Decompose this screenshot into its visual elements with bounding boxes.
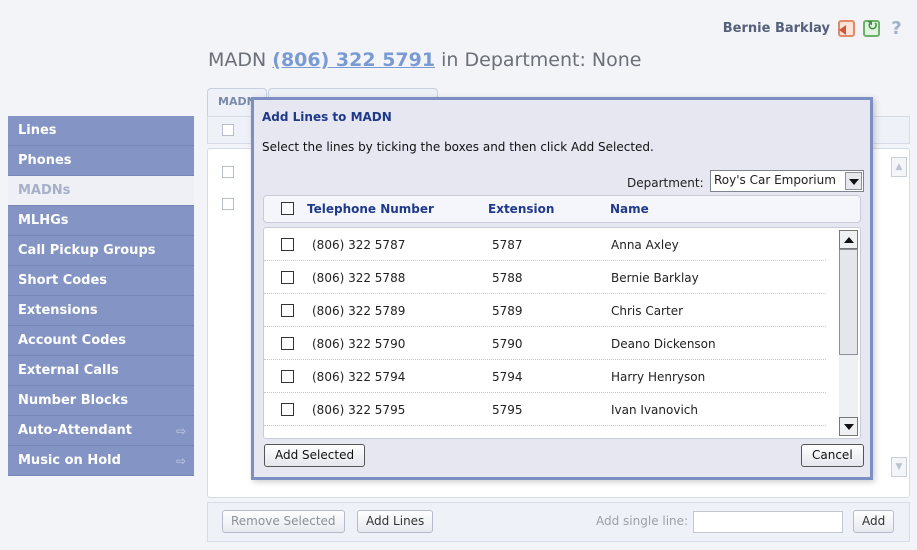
- user-name: Bernie Barklay: [722, 21, 830, 36]
- name-cell: Anna Axley: [611, 238, 679, 252]
- add-single-line-input[interactable]: [693, 511, 843, 533]
- background-row-checkbox[interactable]: [222, 166, 234, 178]
- row-checkbox[interactable]: [281, 304, 294, 317]
- row-checkbox[interactable]: [281, 238, 294, 251]
- add-single-line-label: Add single line:: [596, 514, 689, 528]
- extension-cell: 5790: [492, 337, 523, 351]
- scrollbar-thumb[interactable]: [839, 249, 858, 355]
- dialog-instructions: Select the lines by ticking the boxes an…: [262, 140, 654, 154]
- background-select-all-checkbox[interactable]: [222, 124, 234, 136]
- sidebar-item-short-codes[interactable]: Short Codes: [8, 266, 194, 296]
- add-lines-dialog: Add Lines to MADN Select the lines by ti…: [251, 97, 873, 480]
- sidebar-item-label: External Calls: [18, 363, 119, 378]
- dialog-title: Add Lines to MADN: [262, 110, 392, 124]
- chevron-down-icon[interactable]: [845, 172, 862, 190]
- sidebar-item-label: Extensions: [18, 303, 98, 318]
- sidebar-item-label: Call Pickup Groups: [18, 243, 156, 258]
- lines-table-header: Telephone Number Extension Name: [263, 195, 861, 223]
- sidebar-item-call-pickup-groups[interactable]: Call Pickup Groups: [8, 236, 194, 266]
- add-selected-button[interactable]: Add Selected: [264, 444, 366, 467]
- scroll-up-icon[interactable]: [839, 230, 858, 249]
- name-cell: Deano Dickenson: [611, 337, 716, 351]
- telephone-cell: (806) 322 5795: [312, 403, 406, 417]
- table-row[interactable]: (806) 322 5790 5790 Deano Dickenson: [264, 327, 826, 360]
- telephone-cell: (806) 322 5789: [312, 304, 406, 318]
- extension-cell: 5787: [492, 238, 523, 252]
- row-checkbox[interactable]: [281, 337, 294, 350]
- name-cell: Chris Carter: [611, 304, 684, 318]
- telephone-cell: (806) 322 5787: [312, 238, 406, 252]
- refresh-icon[interactable]: [863, 19, 880, 37]
- sidebar-item-madns[interactable]: MADNs: [8, 176, 194, 206]
- title-suffix: in Department: None: [435, 49, 642, 71]
- extension-cell: 5789: [492, 304, 523, 318]
- table-scrollbar[interactable]: [839, 230, 858, 436]
- table-row[interactable]: (806) 322 5789 5789 Chris Carter: [264, 294, 826, 327]
- scroll-down-icon[interactable]: ▼: [891, 457, 907, 477]
- sidebar-item-label: Lines: [18, 123, 57, 138]
- sidebar-item-music-on-hold[interactable]: Music on Hold ⇨: [8, 446, 194, 476]
- department-label: Department:: [627, 176, 704, 190]
- add-button[interactable]: Add: [853, 510, 895, 533]
- background-row-checkbox[interactable]: [222, 198, 234, 210]
- name-cell: Ivan Ivanovich: [611, 403, 698, 417]
- external-link-icon: ⇨: [175, 454, 186, 468]
- row-checkbox[interactable]: [281, 403, 294, 416]
- department-select[interactable]: Roy's Car Emporium: [710, 170, 864, 192]
- extension-cell: 5795: [492, 403, 523, 417]
- sidebar-item-label: Auto-Attendant: [18, 423, 132, 438]
- sidebar-item-number-blocks[interactable]: Number Blocks: [8, 386, 194, 416]
- sidebar-item-label: Phones: [18, 153, 72, 168]
- sidebar-item-label: Music on Hold: [18, 453, 121, 468]
- scroll-up-icon[interactable]: ▲: [891, 157, 907, 177]
- sidebar-item-mlhgs[interactable]: MLHGs: [8, 206, 194, 236]
- sidebar-item-account-codes[interactable]: Account Codes: [8, 326, 194, 356]
- telephone-cell: (806) 322 5790: [312, 337, 406, 351]
- sidebar-item-label: Account Codes: [18, 333, 126, 348]
- madn-number-link[interactable]: (806) 322 5791: [272, 49, 435, 71]
- sidebar-item-lines[interactable]: Lines: [8, 116, 194, 146]
- sidebar-item-phones[interactable]: Phones: [8, 146, 194, 176]
- row-checkbox[interactable]: [281, 370, 294, 383]
- user-bar: Bernie Barklay ?: [722, 19, 905, 38]
- telephone-cell: (806) 322 5788: [312, 271, 406, 285]
- name-cell: Harry Henryson: [611, 370, 706, 384]
- table-row[interactable]: (806) 322 5795 5795 Ivan Ivanovich: [264, 393, 826, 426]
- name-cell: Bernie Barklay: [611, 271, 699, 285]
- department-selected-value: Roy's Car Emporium: [714, 173, 836, 187]
- sidebar-item-extensions[interactable]: Extensions: [8, 296, 194, 326]
- add-lines-button[interactable]: Add Lines: [357, 510, 434, 533]
- table-row[interactable]: (806) 322 5794 5794 Harry Henryson: [264, 360, 826, 393]
- table-row[interactable]: (806) 322 5787 5787 Anna Axley: [264, 228, 826, 261]
- extension-cell: 5788: [492, 271, 523, 285]
- help-icon[interactable]: ?: [888, 20, 905, 38]
- remove-selected-button[interactable]: Remove Selected: [222, 510, 345, 533]
- cancel-button[interactable]: Cancel: [801, 444, 864, 467]
- page-title: MADN (806) 322 5791 in Department: None: [208, 49, 641, 71]
- sidebar: Lines Phones MADNs MLHGs Call Pickup Gro…: [8, 116, 194, 476]
- telephone-cell: (806) 322 5794: [312, 370, 406, 384]
- title-prefix: MADN: [208, 49, 273, 71]
- column-header-extension[interactable]: Extension: [488, 202, 554, 216]
- select-all-checkbox[interactable]: [281, 202, 294, 215]
- extension-cell: 5794: [492, 370, 523, 384]
- lines-table-body: (806) 322 5787 5787 Anna Axley (806) 322…: [263, 227, 861, 439]
- sidebar-item-auto-attendant[interactable]: Auto-Attendant ⇨: [8, 416, 194, 446]
- logout-icon[interactable]: [838, 20, 855, 37]
- sidebar-item-label: MADNs: [18, 183, 71, 198]
- table-row[interactable]: (806) 322 5788 5788 Bernie Barklay: [264, 261, 826, 294]
- scroll-down-icon[interactable]: [839, 417, 858, 436]
- column-header-telephone[interactable]: Telephone Number: [307, 202, 434, 216]
- sidebar-item-external-calls[interactable]: External Calls: [8, 356, 194, 386]
- sidebar-item-label: Number Blocks: [18, 393, 129, 408]
- external-link-icon: ⇨: [175, 424, 186, 438]
- sidebar-item-label: MLHGs: [18, 213, 69, 228]
- column-header-name[interactable]: Name: [610, 202, 649, 216]
- row-checkbox[interactable]: [281, 271, 294, 284]
- sidebar-item-label: Short Codes: [18, 273, 108, 288]
